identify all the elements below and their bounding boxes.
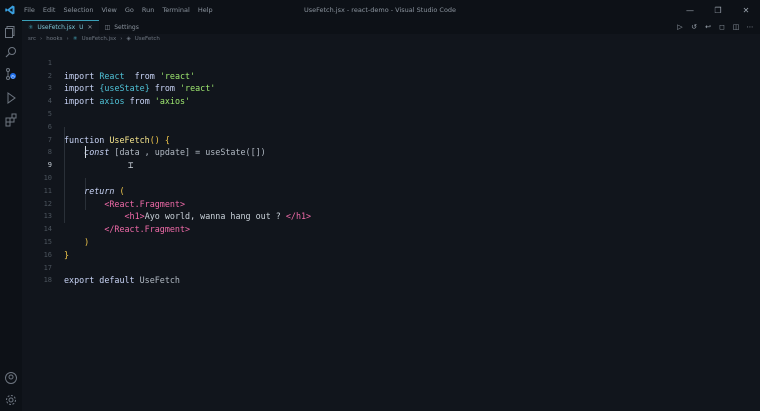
more-actions-icon[interactable]: ⋯ — [746, 23, 754, 31]
vscode-logo-icon — [0, 0, 20, 20]
restore-icon[interactable]: ❐ — [704, 0, 732, 20]
tab-settings[interactable]: ◫ Settings — [99, 20, 145, 34]
react-file-icon: ⚛ — [28, 24, 34, 31]
close-window-icon[interactable]: ✕ — [732, 0, 760, 20]
function-symbol-icon: ◈ — [126, 36, 131, 42]
title-bar: File Edit Selection View Go Run Terminal… — [0, 0, 760, 20]
split-editor-icon[interactable]: ◫ — [732, 23, 740, 31]
svg-text:◷: ◷ — [11, 75, 15, 80]
breadcrumb-symbol[interactable]: UseFetch — [135, 36, 160, 42]
editor-actions: ▷ ↺ ↩ ◻ ◫ ⋯ — [676, 20, 754, 34]
chevron-right-icon: › — [40, 36, 43, 42]
tab-label: UseFetch.jsx — [37, 24, 76, 31]
open-changes-icon[interactable]: ↩ — [704, 23, 712, 31]
tab-bar: ⚛ UseFetch.jsx U ✕ ◫ Settings — [22, 20, 760, 34]
breadcrumb-hooks[interactable]: hooks — [46, 36, 62, 42]
menu-run[interactable]: Run — [138, 0, 158, 20]
window-controls: — ❐ ✕ — [676, 0, 760, 20]
text-cursor — [85, 146, 86, 159]
explorer-icon[interactable] — [4, 24, 18, 38]
breadcrumb-src[interactable]: src — [28, 36, 36, 42]
extensions-icon[interactable] — [4, 112, 18, 127]
menu-terminal[interactable]: Terminal — [158, 0, 193, 20]
menu-selection[interactable]: Selection — [59, 0, 97, 20]
run-debug-icon[interactable] — [4, 90, 18, 104]
minimize-icon[interactable]: — — [676, 0, 704, 20]
menu-edit[interactable]: Edit — [39, 0, 60, 20]
code-editor[interactable]: 1 import React from 'react' 2 import {us… — [22, 44, 760, 411]
menu-view[interactable]: View — [97, 0, 120, 20]
activity-bar: ◷ — [0, 20, 22, 411]
chevron-right-icon: › — [66, 36, 69, 42]
menu-help[interactable]: Help — [194, 0, 217, 20]
compare-icon[interactable]: ◻ — [718, 23, 726, 31]
tab-status: U — [79, 24, 84, 31]
tab-label: Settings — [114, 23, 139, 31]
menu-go[interactable]: Go — [121, 0, 138, 20]
account-icon[interactable] — [4, 370, 18, 384]
menu-file[interactable]: File — [20, 0, 39, 20]
manage-gear-icon[interactable] — [4, 392, 18, 406]
breadcrumb-file[interactable]: UseFetch.jsx — [82, 36, 117, 42]
settings-file-icon: ◫ — [104, 23, 111, 31]
react-file-icon: ⚛ — [72, 36, 78, 42]
code-line: export default UseFetch — [64, 275, 180, 286]
search-icon[interactable] — [4, 44, 18, 58]
run-icon[interactable]: ▷ — [676, 23, 684, 31]
tab-usefetch[interactable]: ⚛ UseFetch.jsx U ✕ — [22, 20, 99, 34]
source-control-icon[interactable]: ◷ — [4, 66, 18, 80]
history-icon[interactable]: ↺ — [690, 23, 698, 31]
menu-bar: File Edit Selection View Go Run Terminal… — [20, 0, 217, 20]
chevron-right-icon: › — [120, 36, 123, 42]
line-number: 18 — [43, 276, 52, 285]
breadcrumb: src › hooks › ⚛ UseFetch.jsx › ◈ UseFetc… — [22, 34, 160, 44]
close-tab-icon[interactable]: ✕ — [88, 24, 93, 31]
